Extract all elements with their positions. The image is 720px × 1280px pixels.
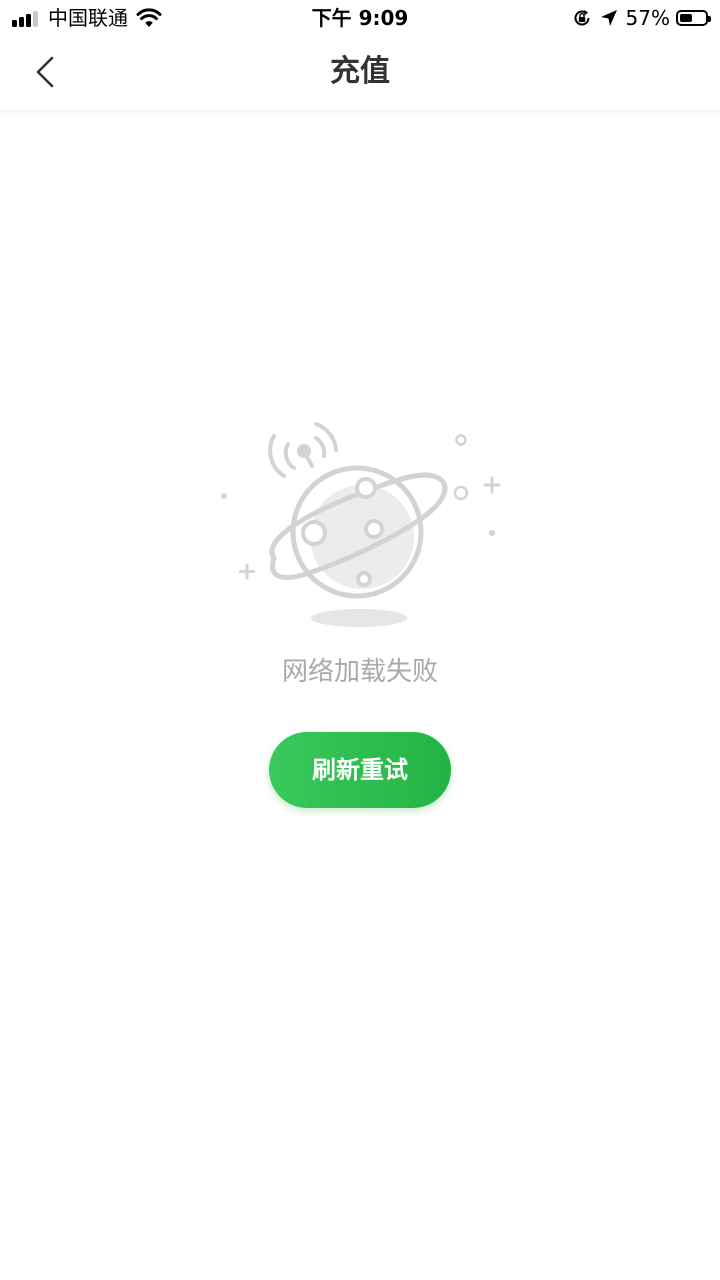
status-bar-right: 57% (572, 6, 711, 30)
planet-with-antenna-icon (221, 422, 501, 627)
refresh-retry-button[interactable]: 刷新重试 (269, 732, 451, 808)
battery-icon (676, 10, 711, 26)
page-title: 充值 (330, 54, 390, 89)
status-bar: 中国联通 下午 9:09 57% (0, 0, 720, 36)
recharge-screen: 中国联通 下午 9:09 57% 充值 网络加载失败 刷新重试 (0, 0, 720, 1280)
nav-bar: 充值 (0, 36, 720, 111)
battery-level-fill (680, 14, 692, 22)
location-arrow-icon (600, 10, 617, 26)
error-message: 网络加载失败 (281, 657, 438, 687)
orientation-lock-icon (574, 10, 590, 26)
battery-percent: 57% (625, 6, 670, 30)
